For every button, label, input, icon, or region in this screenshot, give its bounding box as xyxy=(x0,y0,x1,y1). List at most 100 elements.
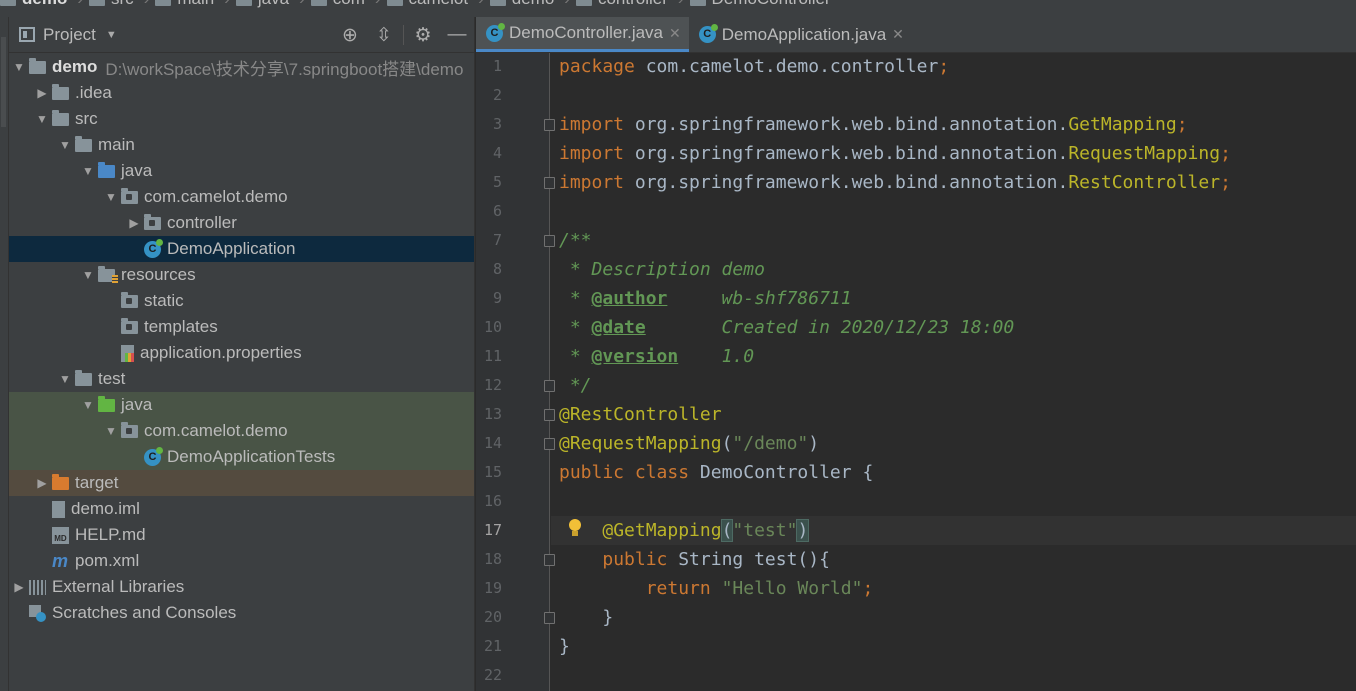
breadcrumb-item[interactable]: › camelot xyxy=(369,0,468,9)
expanded-arrow-icon[interactable]: ▼ xyxy=(78,398,98,412)
tree-item[interactable]: ▼ demo D:\workSpace\技术分享\7.springboot搭建\de… xyxy=(9,54,474,80)
breadcrumb-item[interactable]: › com xyxy=(293,0,365,9)
tree-item[interactable]: static xyxy=(9,288,474,314)
locate-icon[interactable]: ⊕ xyxy=(333,24,367,47)
code-line[interactable]: * @author wb-shf786711 xyxy=(559,284,1349,313)
code-line[interactable]: @RestController xyxy=(559,400,1349,429)
class-icon xyxy=(689,0,706,6)
fold-icon[interactable] xyxy=(544,438,555,450)
collapse-icon[interactable]: ⇳ xyxy=(367,24,401,47)
tree-item[interactable]: ▼ src xyxy=(9,106,474,132)
tree-item-label: templates xyxy=(144,317,218,336)
code-token: package xyxy=(559,56,646,77)
breadcrumb-item[interactable]: › controller xyxy=(558,0,668,9)
breadcrumb-item[interactable]: › demo xyxy=(472,0,554,9)
code-line[interactable]: */ xyxy=(559,371,1349,400)
code-line[interactable]: /** xyxy=(559,226,1349,255)
tree-item[interactable]: ▼ main xyxy=(9,132,474,158)
tree-item[interactable]: ▼ java xyxy=(9,158,474,184)
tree-item[interactable]: ▶ target xyxy=(9,470,474,496)
code-line[interactable] xyxy=(559,197,1349,226)
tree-item-label: target xyxy=(75,473,119,492)
fold-icon[interactable] xyxy=(544,409,555,421)
fold-icon[interactable] xyxy=(544,177,555,189)
tree-item[interactable]: templates xyxy=(9,314,474,340)
code-line[interactable]: * @date Created in 2020/12/23 18:00 xyxy=(559,313,1349,342)
fold-icon[interactable] xyxy=(544,612,555,624)
tree-item[interactable]: Scratches and Consoles xyxy=(9,600,474,626)
tree-item-label: application.properties xyxy=(140,343,302,362)
tree-item[interactable]: ▼ test xyxy=(9,366,474,392)
expanded-arrow-icon[interactable]: ▼ xyxy=(101,424,121,438)
tree-item[interactable]: C DemoApplication xyxy=(9,236,474,262)
breadcrumb-item[interactable]: demo xyxy=(0,0,67,9)
tool-window-strip xyxy=(0,17,9,691)
code-line[interactable]: * @version 1.0 xyxy=(559,342,1349,371)
fold-icon[interactable] xyxy=(544,235,555,247)
project-view-selector[interactable]: Project ▼ xyxy=(19,25,117,45)
code-line[interactable]: } xyxy=(559,632,1349,661)
tree-item-label: pom.xml xyxy=(75,551,140,570)
expanded-arrow-icon[interactable]: ▼ xyxy=(9,60,29,74)
fold-icon[interactable] xyxy=(544,554,555,566)
tree-item[interactable]: ▼ com.camelot.demo xyxy=(9,418,474,444)
test-folder-icon xyxy=(98,395,115,412)
expanded-arrow-icon[interactable]: ▼ xyxy=(78,268,98,282)
tree-item[interactable]: ▼ com.camelot.demo xyxy=(9,184,474,210)
code-line[interactable]: import org.springframework.web.bind.anno… xyxy=(559,110,1349,139)
expanded-arrow-icon[interactable]: ▼ xyxy=(55,138,75,152)
tree-item[interactable]: m pom.xml xyxy=(9,548,474,574)
fold-icon[interactable] xyxy=(544,119,555,131)
minimize-icon[interactable]: — xyxy=(440,24,474,46)
project-tool-button[interactable] xyxy=(1,37,6,127)
code-line[interactable] xyxy=(559,81,1349,110)
code-line[interactable]: import org.springframework.web.bind.anno… xyxy=(559,168,1349,197)
code-line[interactable]: return "Hello World"; xyxy=(559,574,1349,603)
expanded-arrow-icon[interactable]: ▼ xyxy=(101,190,121,204)
code-line[interactable]: * Description demo xyxy=(559,255,1349,284)
gear-icon[interactable]: ⚙ xyxy=(406,24,440,47)
collapsed-arrow-icon[interactable]: ▶ xyxy=(124,216,144,230)
code-line[interactable]: @GetMapping("test") xyxy=(559,516,1349,545)
code-line[interactable]: public String test(){ xyxy=(559,545,1349,574)
code-line[interactable]: package com.camelot.demo.controller; xyxy=(559,52,1349,81)
collapsed-arrow-icon[interactable]: ▶ xyxy=(9,580,29,594)
breadcrumb-item[interactable]: › src xyxy=(71,0,134,9)
chevron-down-icon[interactable]: ▼ xyxy=(106,29,117,41)
tree-item[interactable]: ▶ controller xyxy=(9,210,474,236)
code-token: ; xyxy=(1220,143,1231,164)
code-line[interactable] xyxy=(559,487,1349,516)
breadcrumb-item[interactable]: › DemoController xyxy=(672,0,831,9)
spring-class-icon: C xyxy=(486,22,505,42)
tree-item[interactable]: MD HELP.md xyxy=(9,522,474,548)
code-line[interactable] xyxy=(559,661,1349,690)
fold-icon[interactable] xyxy=(544,380,555,392)
expanded-arrow-icon[interactable]: ▼ xyxy=(78,164,98,178)
code-line[interactable]: } xyxy=(559,603,1349,632)
editor-tab[interactable]: C DemoApplication.java ✕ xyxy=(689,17,912,52)
lightbulb-icon[interactable] xyxy=(568,519,582,539)
code-editor[interactable]: 1 2 3 4 5 6 7 8 9 10 11 12 13 14 15 16 17 18 19 20 21 22 pack… xyxy=(476,53,1356,691)
breadcrumb-item[interactable]: › java xyxy=(218,0,289,9)
tree-item[interactable]: demo.iml xyxy=(9,496,474,522)
breadcrumb-item[interactable]: › main xyxy=(138,0,214,9)
tree-item[interactable]: ▶ .idea xyxy=(9,80,474,106)
tree-item[interactable]: ▶ External Libraries xyxy=(9,574,474,600)
code-line[interactable]: import org.springframework.web.bind.anno… xyxy=(559,139,1349,168)
collapsed-arrow-icon[interactable]: ▶ xyxy=(32,86,52,100)
tree-item[interactable]: application.properties xyxy=(9,340,474,366)
code-line[interactable]: public class DemoController { xyxy=(559,458,1349,487)
code-token: @version xyxy=(591,346,679,367)
line-number: 6 xyxy=(492,202,502,220)
tree-item[interactable]: ▼ resources xyxy=(9,262,474,288)
tree-item[interactable]: C DemoApplicationTests xyxy=(9,444,474,470)
expanded-arrow-icon[interactable]: ▼ xyxy=(32,112,52,126)
close-icon[interactable]: ✕ xyxy=(892,26,904,43)
editor-tab[interactable]: C DemoController.java ✕ xyxy=(476,17,689,52)
close-icon[interactable]: ✕ xyxy=(669,25,681,42)
expanded-arrow-icon[interactable]: ▼ xyxy=(55,372,75,386)
collapsed-arrow-icon[interactable]: ▶ xyxy=(32,476,52,490)
tree-item[interactable]: ▼ java xyxy=(9,392,474,418)
breadcrumb-separator: › xyxy=(299,0,305,9)
code-line[interactable]: @RequestMapping("/demo") xyxy=(559,429,1349,458)
